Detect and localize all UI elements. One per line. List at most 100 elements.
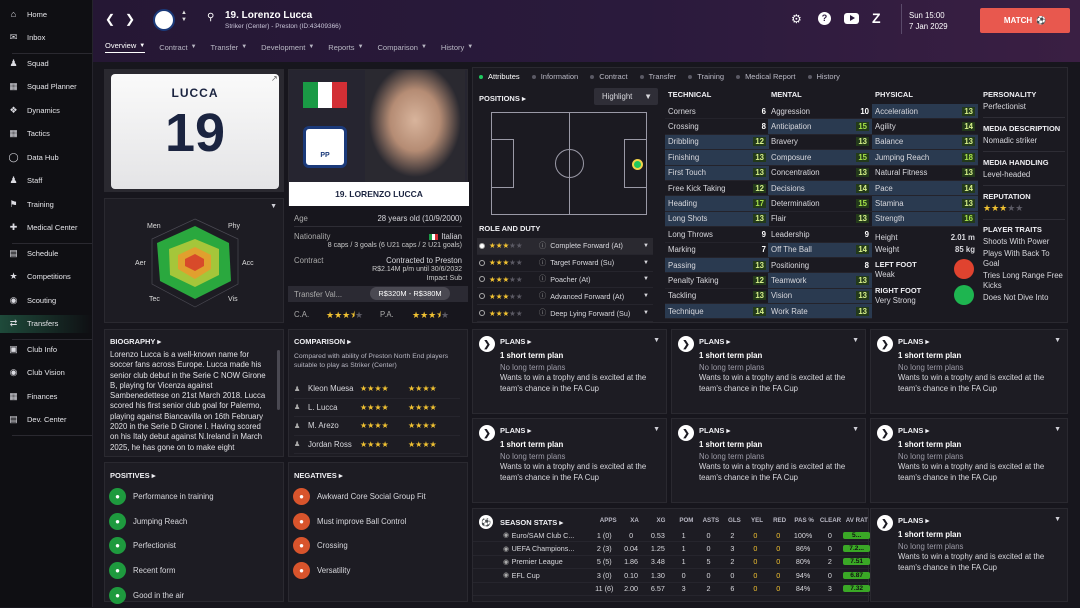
attribute-row[interactable]: Leadership 9 [768,227,872,243]
comparison-row[interactable]: ♟ Jordan Ross ★★★★ ★★★★ [294,436,460,454]
attribute-row[interactable]: Finishing 13 [665,150,769,166]
chevron-down-icon[interactable]: ▼ [1054,426,1061,433]
chevron-right-icon[interactable]: ❯ [877,336,893,352]
tab-training[interactable]: Training [688,72,724,81]
chevron-right-icon[interactable]: ❯ [479,425,495,441]
plans-title[interactable]: PLANS ▸ [898,426,929,435]
tab-development[interactable]: Development ▼ [261,41,314,53]
negatives-title[interactable]: NEGATIVES ▸ [294,471,343,480]
tab-history[interactable]: History [807,72,840,81]
plans-title[interactable]: PLANS ▸ [898,516,929,525]
sidebar-item-club-vision[interactable]: ◉ Club Vision [0,364,92,382]
attribute-row[interactable]: Vision 13 [768,288,872,305]
sidebar-item-dev-center[interactable]: ▤ Dev. Center [0,411,92,429]
sidebar-item-schedule[interactable]: ▤ Schedule [0,244,92,262]
youtube-icon[interactable] [844,13,859,24]
chevron-down-icon[interactable]: ▼ [653,426,660,433]
comparison-row[interactable]: ♟ Kleon Muesa ★★★★ ★★★★ [294,380,460,399]
season-stats-row[interactable]: 11 (6) 2.00 6.57 3 2 6 0 0 84% 3 7.32 [473,583,871,596]
role-item[interactable]: ★★★★★ ⓘ Poacher (At) ▼ [477,272,653,289]
attribute-row[interactable]: Positioning 8 [768,258,872,274]
attribute-row[interactable]: Free Kick Taking 12 [665,181,769,197]
plans-title[interactable]: PLANS ▸ [699,426,730,435]
attribute-row[interactable]: Tackling 13 [665,289,769,305]
attribute-row[interactable]: Teamwork 13 [768,273,872,289]
attribute-row[interactable]: Long Throws 9 [665,227,769,243]
attribute-row[interactable]: First Touch 13 [665,165,769,181]
positive-item[interactable]: ● Recent form [109,558,273,583]
radio-icon[interactable] [479,293,485,300]
forward-icon[interactable]: ❯ [125,12,135,26]
radio-icon[interactable] [479,276,485,283]
sidebar-item-squad-planner[interactable]: ▦ Squad Planner [0,78,92,96]
attribute-row[interactable]: Heading 17 [665,196,769,212]
z-logo-icon[interactable]: Z [872,10,881,26]
attribute-row[interactable]: Passing 13 [665,257,769,274]
attribute-row[interactable]: Pace 14 [872,180,978,197]
plans-title[interactable]: PLANS ▸ [699,337,730,346]
sidebar-item-dynamics[interactable]: ❖ Dynamics [0,101,92,119]
chevron-down-icon[interactable]: ▼ [852,426,859,433]
attribute-row[interactable]: Bravery 13 [768,135,872,151]
tab-contract[interactable]: Contract [590,72,628,81]
attribute-row[interactable]: Anticipation 15 [768,119,872,135]
plans-title[interactable]: PLANS ▸ [500,337,531,346]
chevron-down-icon[interactable]: ▼ [1054,516,1061,523]
positions-title[interactable]: POSITIONS ▸ [479,94,526,103]
tab-contract[interactable]: Contract ▼ [159,41,196,53]
tab-overview[interactable]: Overview ▼ [105,41,146,53]
season-stats-row[interactable]: ◉ Premier League 5 (5) 1.86 3.48 1 5 2 0 0 80% 2 7.5… [473,556,871,570]
striker-position-icon[interactable] [632,159,643,170]
role-item[interactable]: ★★★★★ ⓘ Advanced Forward (At) ▼ [477,288,653,306]
attribute-row[interactable]: Determination 15 [768,196,872,212]
back-icon[interactable]: ❮ [105,12,115,26]
tab-medical-report[interactable]: Medical Report [736,72,796,81]
attribute-row[interactable]: Technique 14 [665,304,769,320]
club-crest-icon[interactable] [153,9,175,31]
chevron-right-icon[interactable]: ❯ [678,336,694,352]
positives-title[interactable]: POSITIVES ▸ [110,471,155,480]
search-icon[interactable]: ⚲ [207,12,214,23]
sidebar-item-finances[interactable]: ▦ Finances [0,387,92,405]
tab-attributes[interactable]: Attributes [479,72,520,81]
biography-title[interactable]: BIOGRAPHY ▸ [110,337,161,346]
positive-item[interactable]: ● Good in the air [109,583,273,608]
sidebar-item-squad[interactable]: ♟ Squad [0,54,92,72]
sidebar-item-tactics[interactable]: ▦ Tactics [0,125,92,143]
chevron-right-icon[interactable]: ❯ [877,515,893,531]
negative-item[interactable]: ● Versatility [293,558,457,583]
tab-transfer[interactable]: Transfer ▼ [211,41,248,53]
attribute-row[interactable]: Flair 13 [768,212,872,228]
chevron-right-icon[interactable]: ❯ [678,425,694,441]
help-icon[interactable]: ? [818,12,831,25]
radio-icon[interactable] [479,310,485,317]
chevron-down-icon[interactable]: ▼ [1054,337,1061,344]
radio-icon[interactable] [479,242,485,249]
bug-icon[interactable]: ⚙ [791,12,802,26]
sidebar-item-data-hub[interactable]: ◯ Data Hub [0,148,92,166]
radio-icon[interactable] [479,259,485,266]
attribute-row[interactable]: Stamina 13 [872,196,978,212]
negative-item[interactable]: ● Crossing [293,534,457,559]
attribute-row[interactable]: Penalty Taking 12 [665,273,769,289]
attribute-row[interactable]: Crossing 8 [665,119,769,135]
attribute-row[interactable]: Jumping Reach 18 [872,150,978,166]
season-stats-row[interactable]: ◉ EFL Cup 3 (0) 0.10 1.30 0 0 0 0 0 94% 0 6.87 [473,569,871,583]
sidebar-item-training[interactable]: ⚑ Training [0,195,92,213]
sidebar-item-inbox[interactable]: ✉ Inbox [0,29,92,47]
chevron-down-icon[interactable]: ▼ [653,337,660,344]
role-item[interactable]: ★★★★★ ⓘ Complete Forward (At) ▼ [477,238,653,255]
season-stats-row[interactable]: ◉ Euro/SAM Club C... 1 (0) 0 0.53 1 0 2 0 0 100% 0 5… [473,529,871,543]
match-button[interactable]: MATCH ⚽ [980,8,1070,33]
comparison-title[interactable]: COMPARISON ▸ [294,337,351,346]
attribute-row[interactable]: Long Shots 13 [665,211,769,228]
chevron-down-icon[interactable]: ▼ [852,337,859,344]
season-stats-row[interactable]: ◉ UEFA Champions... 2 (3) 0.04 1.25 1 0 3 0 0 86% 0… [473,542,871,556]
negative-item[interactable]: ● Must improve Ball Control [293,509,457,534]
scrollbar[interactable] [277,350,280,410]
positive-item[interactable]: ● Perfectionist [109,534,273,559]
sidebar-item-club-info[interactable]: ▣ Club Info [0,340,92,358]
attribute-row[interactable]: Work Rate 13 [768,304,872,320]
sidebar-item-staff[interactable]: ♟ Staff [0,172,92,190]
chevron-right-icon[interactable]: ❯ [479,336,495,352]
